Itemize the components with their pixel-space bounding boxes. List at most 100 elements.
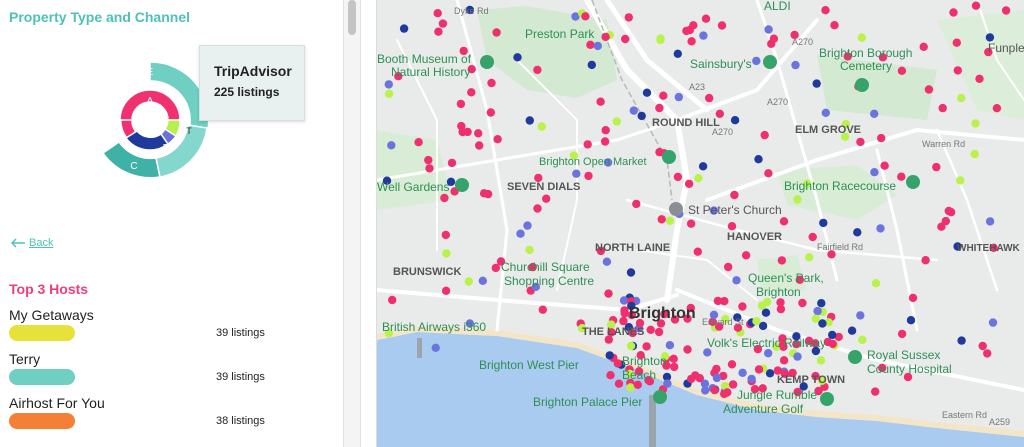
listing-marker[interactable] [738, 368, 747, 377]
listing-marker[interactable] [949, 8, 958, 17]
listing-marker[interactable] [424, 155, 433, 165]
listing-marker[interactable] [583, 140, 592, 149]
listing-marker[interactable] [655, 103, 664, 113]
listing-marker[interactable] [857, 33, 866, 42]
listing-marker[interactable] [632, 199, 641, 209]
listing-marker[interactable] [637, 111, 646, 121]
listing-marker[interactable] [593, 41, 602, 51]
listing-marker[interactable] [897, 329, 907, 339]
listing-marker[interactable] [876, 224, 885, 233]
listing-marker[interactable] [870, 109, 879, 119]
listing-marker[interactable] [812, 79, 821, 88]
listing-marker[interactable] [384, 89, 394, 98]
listing-marker[interactable] [626, 268, 636, 277]
listing-marker[interactable] [387, 141, 396, 150]
listing-marker[interactable] [523, 221, 532, 230]
listing-marker[interactable] [665, 341, 675, 350]
listing-marker[interactable] [620, 306, 629, 315]
listing-marker[interactable] [586, 40, 595, 49]
listing-marker[interactable] [626, 341, 636, 351]
listing-marker[interactable] [525, 245, 534, 255]
listing-marker[interactable] [817, 299, 826, 308]
listing-marker[interactable] [388, 295, 397, 305]
listing-marker[interactable] [971, 1, 981, 10]
listing-marker[interactable] [646, 325, 655, 334]
listing-marker[interactable] [687, 374, 696, 384]
listing-marker[interactable] [970, 149, 979, 159]
listing-marker[interactable] [493, 135, 502, 144]
listing-marker[interactable] [988, 318, 998, 327]
listing-marker[interactable] [764, 349, 773, 358]
listing-marker[interactable] [457, 121, 466, 131]
listing-marker[interactable] [956, 176, 965, 185]
listing-marker[interactable] [486, 108, 495, 117]
listing-marker[interactable] [828, 339, 837, 349]
listing-marker[interactable] [908, 293, 918, 303]
map-canvas[interactable]: Booth Museum of Natural History Preston … [377, 0, 1024, 447]
listing-marker[interactable] [710, 385, 719, 395]
listing-marker[interactable] [730, 116, 740, 125]
listing-marker[interactable] [438, 19, 448, 28]
listing-marker[interactable] [856, 137, 865, 147]
listing-marker[interactable] [871, 387, 880, 396]
listing-marker[interactable] [442, 249, 451, 258]
listing-marker[interactable] [581, 12, 590, 21]
listing-marker[interactable] [606, 371, 615, 380]
listing-marker[interactable] [754, 365, 764, 374]
listing-marker[interactable] [663, 379, 672, 388]
scrollbar-thumb[interactable] [348, 0, 356, 35]
listing-marker[interactable] [425, 164, 434, 173]
listing-marker[interactable] [626, 383, 635, 392]
listing-marker[interactable] [434, 27, 443, 36]
listing-marker[interactable] [813, 306, 822, 316]
listing-marker[interactable] [682, 26, 691, 36]
listing-marker[interactable] [694, 174, 703, 183]
listing-marker[interactable] [952, 38, 961, 47]
listing-marker[interactable] [906, 316, 916, 325]
listing-marker[interactable] [602, 257, 612, 266]
listing-marker[interactable] [474, 129, 483, 138]
listing-marker[interactable] [724, 262, 733, 272]
listing-marker[interactable] [754, 155, 763, 164]
listing-marker[interactable] [919, 42, 928, 51]
host-item[interactable]: My Getaways 39 listings [9, 307, 329, 347]
listing-marker[interactable] [624, 13, 633, 22]
listing-marker[interactable] [985, 217, 995, 226]
listing-marker[interactable] [971, 119, 980, 128]
listing-marker[interactable] [730, 190, 739, 200]
listing-marker[interactable] [475, 141, 484, 150]
listing-marker[interactable] [656, 34, 665, 43]
listing-marker[interactable] [764, 169, 773, 178]
listing-marker[interactable] [975, 74, 984, 84]
listing-marker[interactable] [533, 65, 542, 75]
listing-marker[interactable] [441, 230, 450, 240]
listing-marker[interactable] [699, 31, 708, 40]
map-view[interactable]: Booth Museum of Natural History Preston … [377, 0, 1024, 447]
listing-marker[interactable] [701, 386, 710, 395]
listing-marker[interactable] [673, 172, 683, 182]
listing-marker[interactable] [654, 327, 664, 337]
listing-marker[interactable] [687, 37, 696, 46]
listing-marker[interactable] [760, 130, 769, 140]
listing-marker[interactable] [440, 193, 449, 203]
listing-marker[interactable] [953, 66, 962, 75]
listing-marker[interactable] [897, 66, 907, 76]
listing-marker[interactable] [819, 218, 828, 228]
listing-marker[interactable] [921, 256, 930, 265]
listing-marker[interactable] [741, 251, 751, 260]
listing-marker[interactable] [712, 373, 722, 383]
listing-marker[interactable] [779, 356, 789, 365]
listing-marker[interactable] [897, 172, 906, 181]
scrollbar[interactable] [343, 0, 361, 447]
listing-marker[interactable] [414, 138, 423, 147]
listing-marker[interactable] [830, 21, 839, 30]
listing-marker[interactable] [924, 85, 934, 94]
listing-marker[interactable] [701, 14, 711, 23]
listing-marker[interactable] [601, 32, 610, 42]
listing-marker[interactable] [727, 360, 737, 369]
listing-marker[interactable] [670, 362, 679, 372]
listing-marker[interactable] [793, 195, 802, 204]
listing-marker[interactable] [805, 253, 814, 262]
listing-marker[interactable] [828, 330, 837, 340]
listing-marker[interactable] [479, 189, 489, 198]
